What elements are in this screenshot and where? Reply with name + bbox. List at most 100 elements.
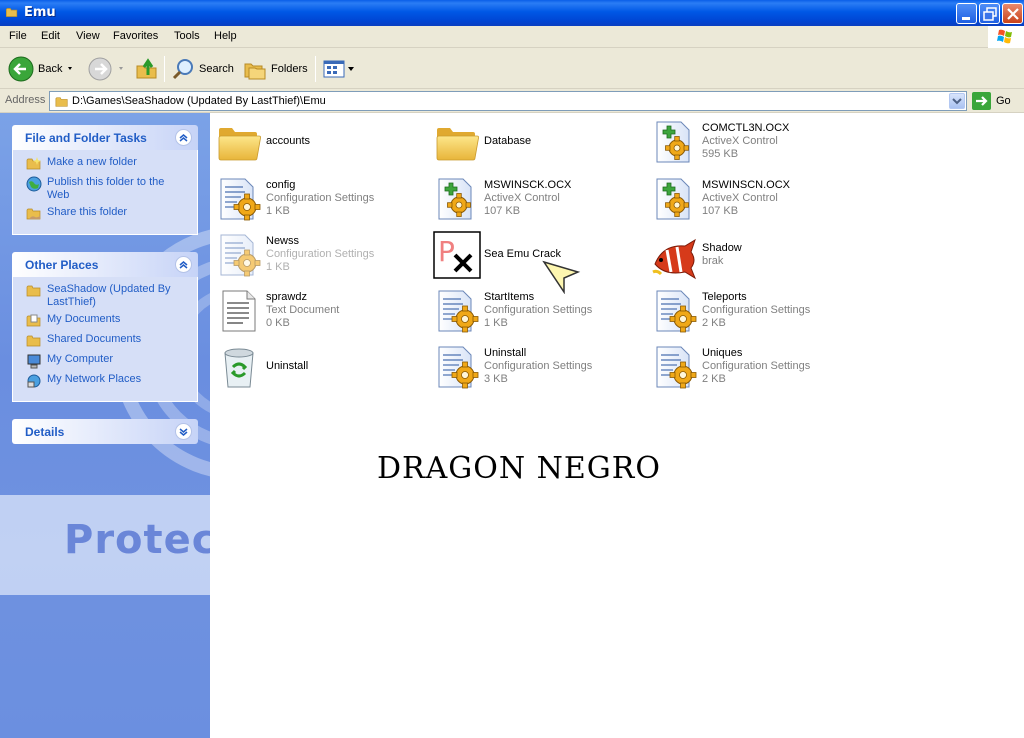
menu-edit[interactable]: Edit [41,30,60,42]
go-button[interactable]: Go [972,92,1011,110]
folders-label: Folders [271,63,308,75]
toolbar-separator [164,56,165,82]
my-documents-icon [26,314,42,329]
back-label: Back [38,63,63,75]
back-button[interactable]: Back [8,54,76,84]
file-size: 1 KB [266,205,290,217]
file-size: 1 KB [484,317,508,329]
place-my-documents[interactable]: My Documents [13,313,197,329]
address-bar: Address D:\Games\SeaShadow (Updated By L… [0,89,1024,113]
file-type: Text Document [266,304,340,316]
file-type: Configuration Settings [266,192,375,204]
file-type: ActiveX Control [702,192,778,204]
settings-icon [215,175,263,223]
search-button[interactable]: Search [171,54,234,84]
file-name: Sea Emu Crack [484,248,562,260]
file-item[interactable]: Uninstall [215,343,425,391]
folder-icon [4,6,20,19]
watermark-text: DRAGON NEGRO [377,451,661,486]
task-make-folder[interactable]: Make a new folder [13,156,197,172]
place-shared-documents[interactable]: Shared Documents [13,333,197,349]
file-item[interactable]: P Sea Emu Crack [433,231,643,279]
views-button[interactable] [322,54,356,84]
file-item[interactable]: Uniques Configuration Settings 2 KB [651,343,861,391]
file-item[interactable]: COMCTL3N.OCX ActiveX Control 595 KB [651,118,861,166]
views-icon [323,60,345,78]
file-name: Uninstall [484,347,527,359]
collapse-button[interactable] [175,129,192,146]
place-label: My Documents [47,313,121,325]
close-button[interactable] [1002,3,1023,24]
my-computer-icon [27,354,41,369]
file-type: brak [702,255,724,267]
file-type: Configuration Settings [484,304,593,316]
file-size: 595 KB [702,148,739,160]
panel-body: SeaShadow (Updated By LastThief) My Docu… [12,277,198,402]
dropdown-arrow-icon[interactable] [113,64,127,74]
file-item[interactable]: MSWINSCN.OCX ActiveX Control 107 KB [651,175,861,223]
forward-button[interactable] [87,54,127,84]
file-name: sprawdz [266,291,307,303]
menu-file[interactable]: File [9,30,27,42]
mouse-cursor-icon [542,260,581,294]
forward-arrow-icon [88,57,112,81]
task-publish-web[interactable]: Publish this folder to the Web [13,176,197,202]
new-folder-icon [26,157,41,172]
chevron-up-icon [179,134,188,142]
collapse-button[interactable] [175,256,192,273]
place-label: My Computer [47,353,114,365]
menu-favorites[interactable]: Favorites [113,30,158,42]
panel-header[interactable]: File and Folder Tasks [12,125,198,150]
file-name: config [266,179,296,191]
file-item[interactable]: StartItems Configuration Settings 1 KB [433,287,643,335]
task-label: Make a new folder [47,156,137,168]
place-my-network[interactable]: My Network Places [13,373,197,389]
background-banner: Protec [0,495,210,595]
folders-button[interactable]: Folders [243,54,308,84]
chevron-down-icon [179,428,188,436]
task-share-folder[interactable]: Share this folder [13,206,197,222]
place-seashadow[interactable]: SeaShadow (Updated By LastThief) [13,283,197,309]
menu-help[interactable]: Help [214,30,237,42]
folder-icon [433,118,481,166]
maximize-button[interactable] [979,3,1000,24]
file-name: accounts [266,135,311,147]
activex-icon [651,118,699,166]
panel-header[interactable]: Other Places [12,252,198,277]
minimize-button[interactable] [956,3,977,24]
menu-tools[interactable]: Tools [174,30,200,42]
file-item[interactable]: MSWINSCK.OCX ActiveX Control 107 KB [433,175,643,223]
dropdown-arrow-icon[interactable] [348,64,356,74]
file-item[interactable]: sprawdz Text Document 0 KB [215,287,425,335]
file-item[interactable]: Uninstall Configuration Settings 3 KB [433,343,643,391]
shared-folder-icon [26,333,42,349]
network-places-icon [27,374,41,388]
file-item[interactable]: Newss Configuration Settings 1 KB [215,231,425,279]
up-folder-icon [136,58,157,79]
file-name: Database [484,135,532,147]
file-item[interactable]: Teleports Configuration Settings 2 KB [651,287,861,335]
file-item[interactable]: accounts [215,118,425,166]
dropdown-arrow-icon[interactable] [62,64,76,74]
file-item[interactable]: Shadow brak [651,238,861,286]
toolbar-separator [315,56,316,82]
file-type: Configuration Settings [702,360,811,372]
file-type: Configuration Settings [702,304,811,316]
expand-button[interactable] [175,423,192,440]
up-folder-button[interactable] [134,54,160,84]
menu-view[interactable]: View [76,30,100,42]
settings-icon [433,287,481,335]
place-my-computer[interactable]: My Computer [13,353,197,369]
file-item[interactable]: Database [433,118,643,166]
settings-icon [215,231,263,279]
toolbar: Back Search Folders [0,48,1024,89]
place-label: SeaShadow (Updated By LastThief) [47,283,171,308]
panel-header[interactable]: Details [12,419,198,444]
address-field[interactable]: D:\Games\SeaShadow (Updated By LastThief… [49,91,967,111]
chevron-down-icon [952,98,962,105]
address-dropdown-button[interactable] [949,93,965,109]
file-name: StartItems [484,291,535,303]
file-name: Shadow [702,242,742,254]
file-name: Uniques [702,347,743,359]
file-item[interactable]: config Configuration Settings 1 KB [215,175,425,223]
